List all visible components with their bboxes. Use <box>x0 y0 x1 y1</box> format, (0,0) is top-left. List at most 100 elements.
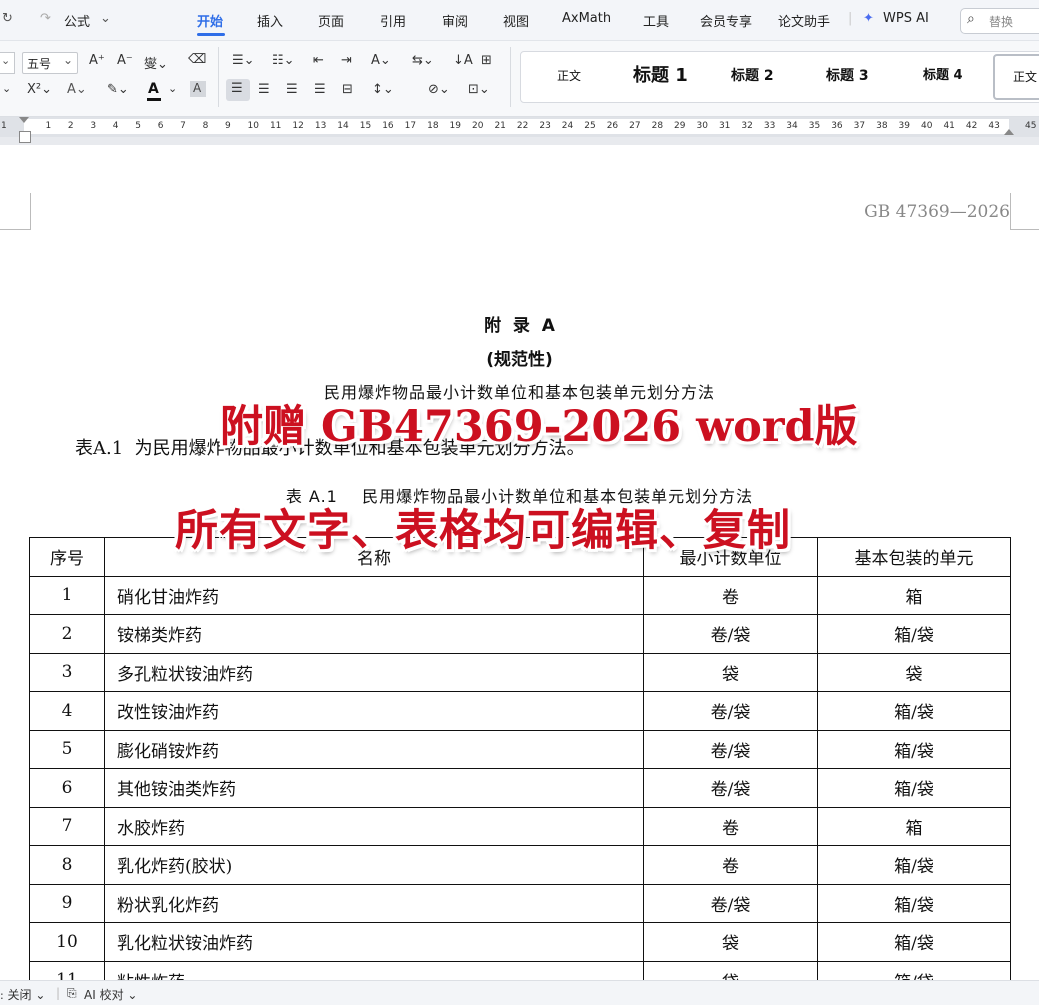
cell-min-unit[interactable]: 卷/袋 <box>643 883 818 923</box>
document-page[interactable]: GB 47369—2026 附 录 A (规范性) 民用爆炸物品最小计数单位和基… <box>0 145 1039 980</box>
cell-min-unit[interactable]: 卷/袋 <box>643 768 818 808</box>
cell-index[interactable]: 5 <box>29 729 105 769</box>
cell-index[interactable]: 7 <box>29 806 105 846</box>
font-color-icon[interactable]: A <box>146 80 168 102</box>
first-line-indent-marker[interactable] <box>19 117 29 123</box>
cell-index[interactable]: 2 <box>29 614 105 654</box>
tab-member[interactable]: 会员专享 <box>700 11 752 30</box>
redo-icon[interactable]: ↻ <box>2 11 13 26</box>
sort-icon[interactable]: ⇆⌄ <box>412 53 434 68</box>
shrink-font-icon[interactable]: A⁻ <box>117 53 133 68</box>
data-table[interactable]: 序号 名称 最小计数单位 基本包装的单元 1 硝化甘油炸药卷箱 2 铵梯类炸药 卷/袋箱… <box>29 537 1011 980</box>
cell-index[interactable]: 10 <box>29 922 105 962</box>
cell-package-unit[interactable]: 箱 <box>817 575 1011 615</box>
text-effect-icon[interactable]: A⌄ <box>67 82 87 97</box>
cell-package-unit[interactable]: 箱 <box>817 806 1011 846</box>
cell-min-unit[interactable]: 卷 <box>643 845 818 885</box>
shading-icon[interactable]: ⊘⌄ <box>428 82 450 97</box>
repeat-icon[interactable]: ↷ <box>40 11 51 26</box>
cell-index[interactable]: 3 <box>29 652 105 692</box>
cell-name[interactable]: 粘性炸药 <box>104 960 644 980</box>
cell-min-unit[interactable]: 卷/袋 <box>643 691 818 731</box>
grow-font-icon[interactable]: A⁺ <box>89 53 105 68</box>
cell-package-unit[interactable]: 袋 <box>817 652 1011 692</box>
increase-indent-icon[interactable]: ⇥ <box>341 53 352 68</box>
cell-package-unit[interactable]: 箱/袋 <box>817 691 1011 731</box>
style-heading-1[interactable]: 标题 1 <box>633 52 688 100</box>
header-package-unit[interactable]: 基本包装的单元 <box>817 537 1011 577</box>
highlight-icon[interactable]: ✎⌄ <box>107 82 129 97</box>
cell-min-unit[interactable]: 卷 <box>643 806 818 846</box>
cell-min-unit[interactable]: 卷/袋 <box>643 614 818 654</box>
tab-insert[interactable]: 插入 <box>257 11 283 30</box>
wps-ai-button[interactable]: WPS AI <box>883 11 929 26</box>
decrease-indent-icon[interactable]: ⇤ <box>313 53 324 68</box>
align-left-button[interactable]: ☰ <box>226 79 250 101</box>
align-right-icon[interactable]: ☰ <box>286 82 298 97</box>
cell-index[interactable]: 9 <box>29 883 105 923</box>
ai-proofread-button[interactable]: AI 校对 ⌄ <box>84 986 137 1003</box>
tab-axmath[interactable]: AxMath <box>562 11 611 26</box>
cell-name[interactable]: 乳化粒状铵油炸药 <box>104 922 644 962</box>
cell-index[interactable]: 1 <box>29 575 105 615</box>
tab-references[interactable]: 引用 <box>380 11 406 30</box>
show-marks-icon[interactable]: ⊞ <box>481 53 492 68</box>
cell-package-unit[interactable]: 箱/袋 <box>817 960 1011 980</box>
cell-min-unit[interactable]: 卷/袋 <box>643 729 818 769</box>
style-normal-alt[interactable]: 正文 <box>993 54 1039 100</box>
cell-name[interactable]: 粉状乳化炸药 <box>104 883 644 923</box>
font-name-select[interactable]: ⌄ <box>0 52 15 74</box>
borders-icon[interactable]: ⊡⌄ <box>468 82 490 97</box>
cell-index[interactable]: 4 <box>29 691 105 731</box>
style-heading-4[interactable]: 标题 4 <box>923 52 963 100</box>
cell-name[interactable]: 其他铵油类炸药 <box>104 768 644 808</box>
cell-name[interactable]: 膨化硝铵炸药 <box>104 729 644 769</box>
cell-index[interactable]: 8 <box>29 845 105 885</box>
text-direction-icon[interactable]: A⌄ <box>371 53 391 68</box>
sort-az-icon[interactable]: ↓A <box>453 53 473 68</box>
cell-name[interactable]: 铵梯类炸药 <box>104 614 644 654</box>
header-index[interactable]: 序号 <box>29 537 105 577</box>
cell-index[interactable]: 11 <box>29 960 105 980</box>
cell-package-unit[interactable]: 箱/袋 <box>817 883 1011 923</box>
cell-min-unit[interactable]: 袋 <box>643 960 818 980</box>
cell-package-unit[interactable]: 箱/袋 <box>817 614 1011 654</box>
style-normal[interactable]: 正文 <box>557 52 581 100</box>
style-heading-2[interactable]: 标题 2 <box>731 52 774 100</box>
char-shading-icon[interactable]: A <box>190 81 206 97</box>
right-indent-marker[interactable] <box>1004 129 1014 135</box>
align-center-icon[interactable]: ☰ <box>258 82 270 97</box>
tab-thesis-assistant[interactable]: 论文助手 <box>778 11 830 30</box>
cell-name[interactable]: 水胶炸药 <box>104 806 644 846</box>
line-spacing-icon[interactable]: ↕⌄ <box>372 82 394 97</box>
phonetic-guide-icon[interactable]: 燮⌄ <box>144 53 168 72</box>
search-input[interactable]: ⌕ 替换 <box>960 8 1039 34</box>
distribute-icon[interactable]: ⊟ <box>342 82 353 97</box>
cell-index[interactable]: 6 <box>29 768 105 808</box>
tab-tools[interactable]: 工具 <box>643 11 669 30</box>
left-indent-marker[interactable] <box>19 131 31 143</box>
cell-package-unit[interactable]: 箱/袋 <box>817 768 1011 808</box>
chevron-down-icon[interactable]: ⌄ <box>168 82 177 95</box>
cell-name[interactable]: 改性铵油炸药 <box>104 691 644 731</box>
tab-page[interactable]: 页面 <box>318 11 344 30</box>
cell-name[interactable]: 硝化甘油炸药 <box>104 575 644 615</box>
cell-name[interactable]: 乳化炸药(胶状) <box>104 845 644 885</box>
quick-access-chevron-icon[interactable]: ⌄ <box>100 11 111 26</box>
ai-proofread-icon[interactable]: ⎘ <box>67 986 77 1001</box>
tab-view[interactable]: 视图 <box>503 11 529 30</box>
cell-package-unit[interactable]: 箱/袋 <box>817 729 1011 769</box>
cell-name[interactable]: 多孔粒状铵油炸药 <box>104 652 644 692</box>
chevron-down-icon[interactable]: ⌄ <box>2 82 11 95</box>
tab-home[interactable]: 开始 <box>197 11 223 30</box>
numbering-icon[interactable]: ☷⌄ <box>272 53 295 68</box>
cell-min-unit[interactable]: 袋 <box>643 652 818 692</box>
font-size-select[interactable]: 五号 ⌄ <box>22 52 78 74</box>
cell-min-unit[interactable]: 袋 <box>643 922 818 962</box>
style-heading-3[interactable]: 标题 3 <box>826 52 869 100</box>
status-toggle[interactable]: : 关闭 ⌄ <box>0 986 45 1003</box>
tab-review[interactable]: 审阅 <box>442 11 468 30</box>
cell-package-unit[interactable]: 箱/袋 <box>817 922 1011 962</box>
clear-format-icon[interactable]: ⌫ <box>188 52 206 67</box>
bullets-icon[interactable]: ☰⌄ <box>232 53 255 68</box>
